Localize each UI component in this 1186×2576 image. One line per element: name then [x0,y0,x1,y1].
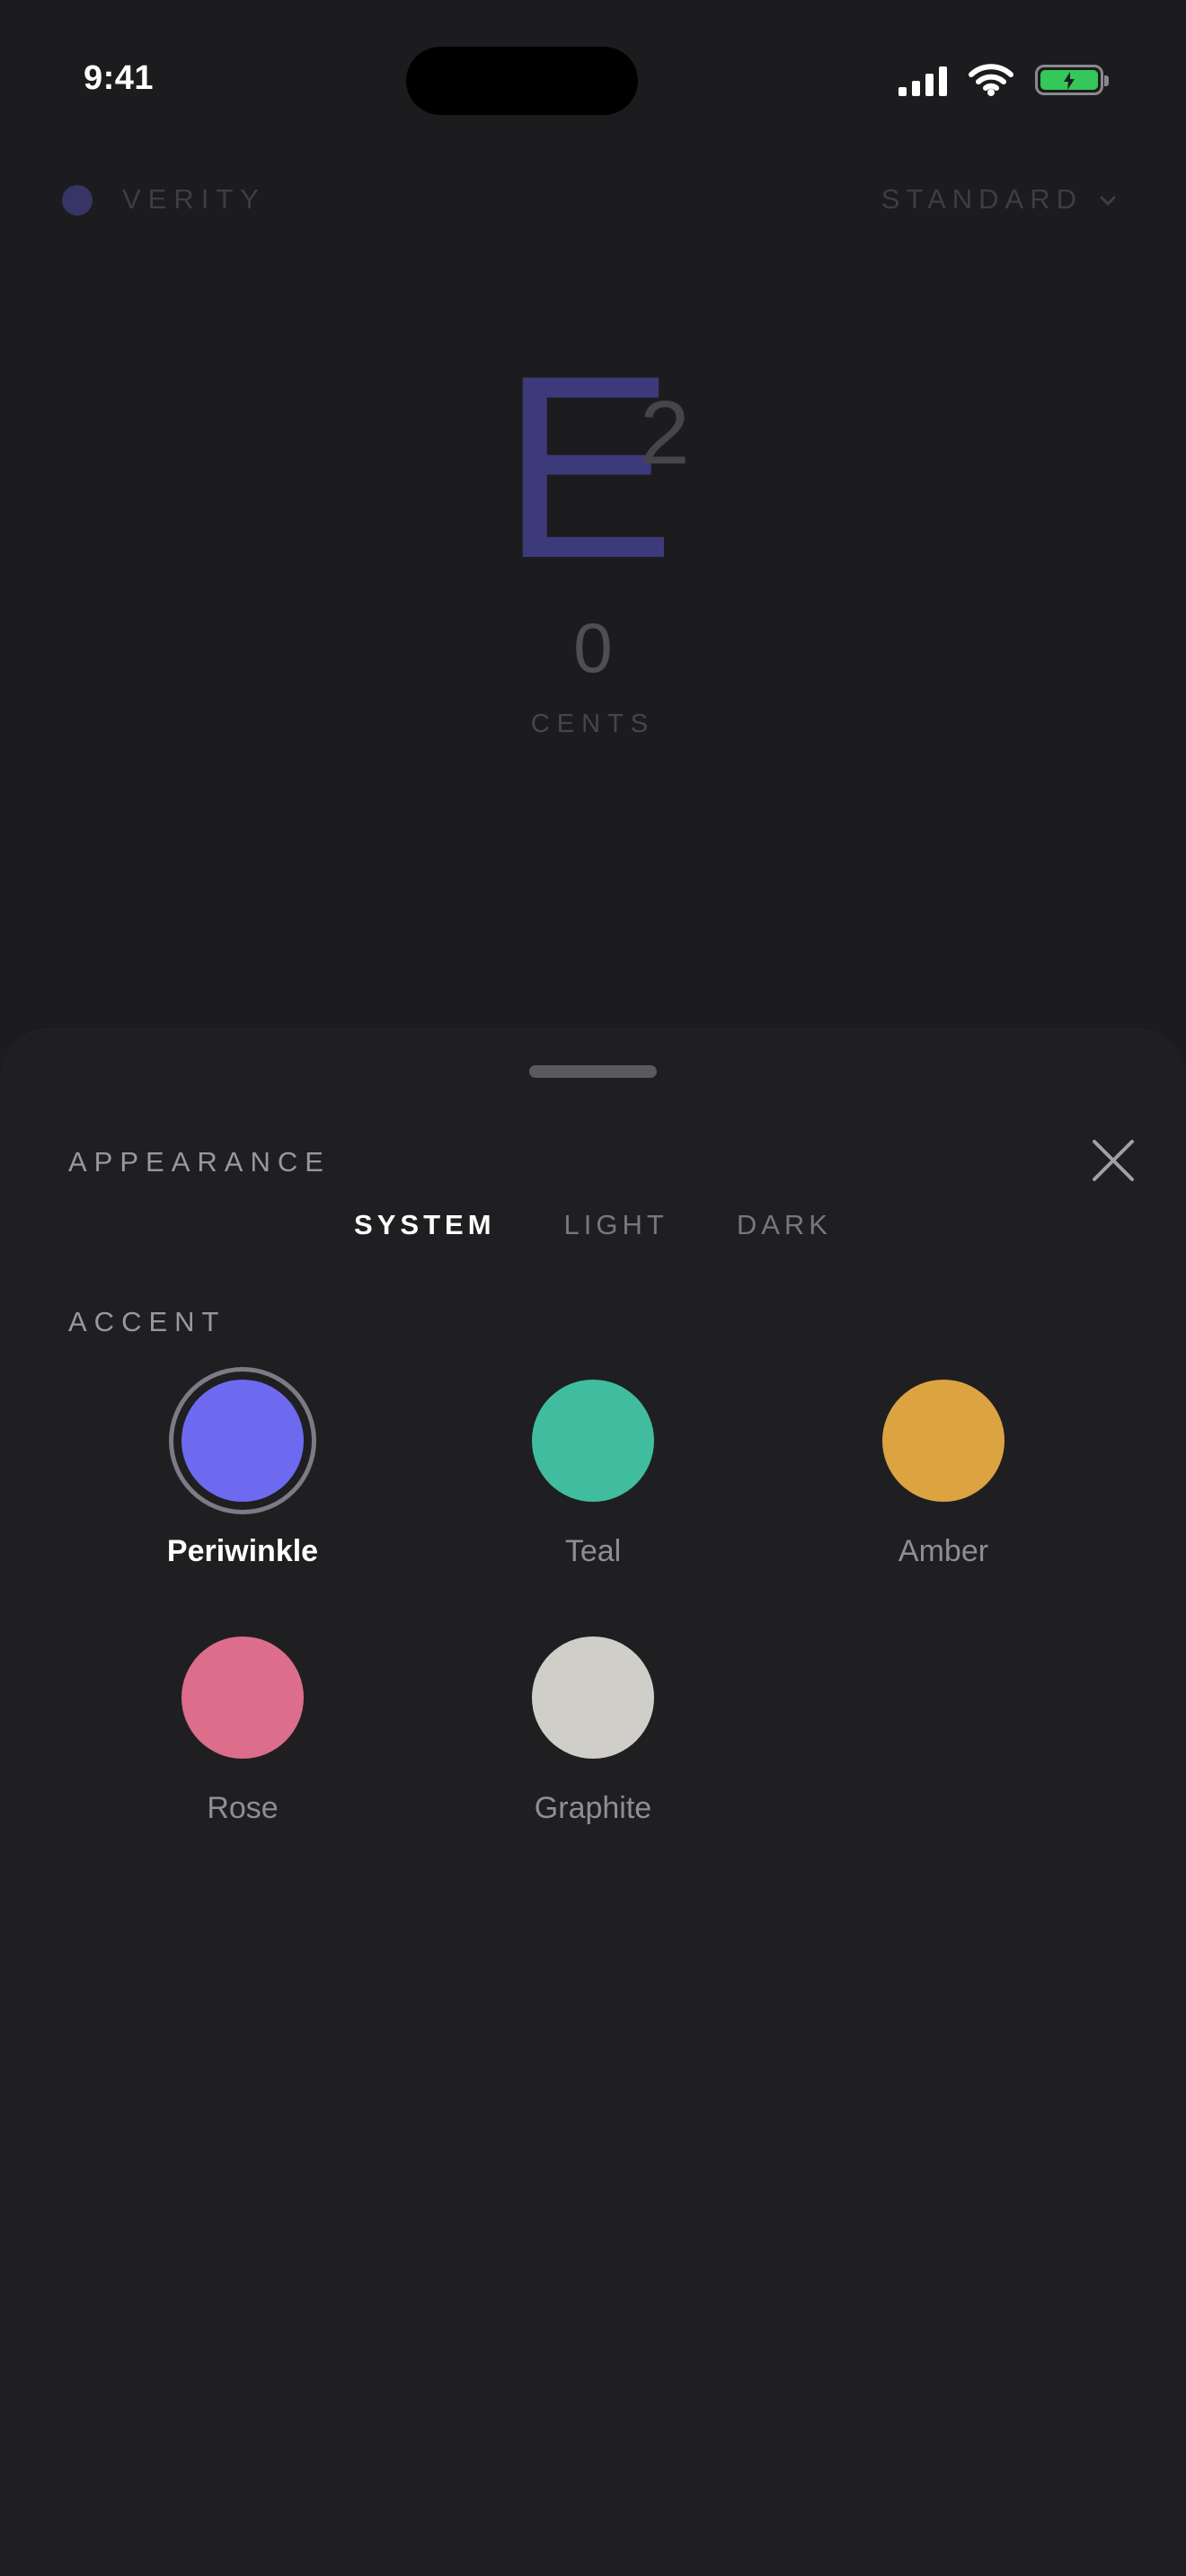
cents-value: 0 [573,608,613,687]
close-icon [1093,1140,1134,1181]
accent-color-dot [882,1380,1005,1502]
status-time: 9:41 [84,59,155,97]
accent-name: Graphite [534,1791,652,1825]
accent-color-dot [181,1636,304,1759]
accent-swatch-graphite[interactable]: Graphite [485,1636,701,1826]
accent-swatch-rose[interactable]: Rose [135,1636,350,1826]
screen: 9:41 VERITY STANDARD E 2 0 CENTS APPEARA… [0,0,1186,2576]
chevron-down-icon [1100,196,1116,206]
accent-color-dot [532,1636,654,1759]
accent-swatch-periwinkle[interactable]: Periwinkle [135,1367,350,1569]
accent-color-dot [532,1380,654,1502]
close-button[interactable] [1085,1133,1141,1188]
accent-swatch-amber[interactable]: Amber [836,1380,1051,1569]
appearance-option-system[interactable]: SYSTEM [354,1209,495,1241]
brand-label: VERITY [122,183,266,215]
note-octave: 2 [640,383,690,483]
appearance-option-dark[interactable]: DARK [737,1209,832,1241]
appearance-title: APPEARANCE [68,1146,331,1178]
accent-color-dot [169,1367,316,1514]
dynamic-island [406,47,638,115]
wifi-icon [969,64,1013,96]
status-icons [898,63,1109,97]
appearance-sheet: APPEARANCE SYSTEM LIGHT DARK ACCENT Peri… [0,1029,1186,2576]
accent-swatch-teal[interactable]: Teal [485,1380,701,1569]
accent-title: ACCENT [68,1306,226,1337]
signal-icon [898,64,947,96]
appearance-segmented-control: SYSTEM LIGHT DARK [0,1209,1186,1241]
accent-name: Rose [207,1791,279,1825]
brand-dot [62,185,93,216]
sheet-grabber[interactable] [529,1065,657,1078]
tuning-selector[interactable]: STANDARD [881,183,1083,216]
accent-name: Amber [898,1534,989,1568]
battery-icon [1035,65,1109,95]
cents-label: CENTS [530,710,656,738]
appearance-option-light[interactable]: LIGHT [564,1209,668,1241]
accent-name: Periwinkle [166,1534,319,1568]
accent-name: Teal [564,1534,622,1568]
selected-ring [169,1367,316,1514]
